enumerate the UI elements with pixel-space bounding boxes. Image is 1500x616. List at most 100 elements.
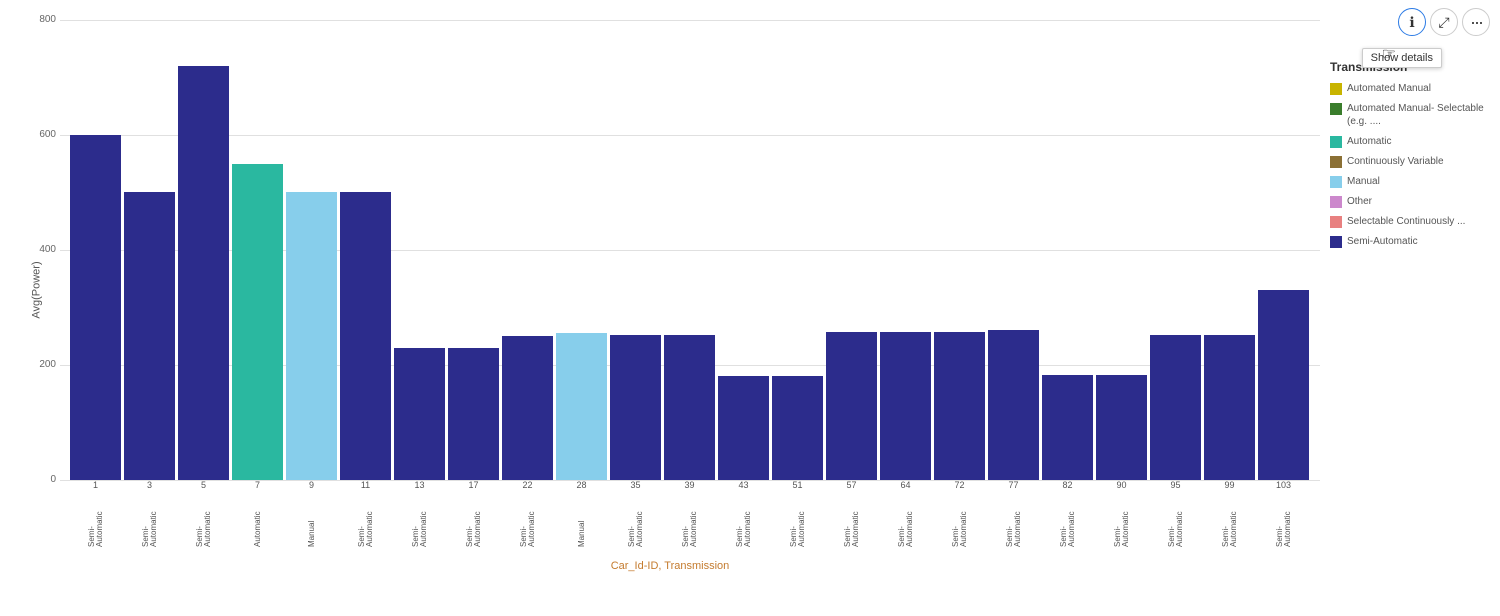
bar[interactable] — [718, 376, 769, 480]
legend-item-label: Continuously Variable — [1347, 155, 1444, 168]
bar[interactable] — [772, 376, 823, 480]
x-tick-number: 1 — [70, 480, 121, 490]
x-tick-number: 90 — [1096, 480, 1147, 490]
bar[interactable] — [988, 330, 1039, 480]
x-label-group: 51 Semi-Automatic — [772, 480, 823, 547]
x-tick-label: Semi-Automatic — [1060, 492, 1076, 547]
bar[interactable] — [610, 335, 661, 480]
x-tick-number: 35 — [610, 480, 661, 490]
x-label-group: 35Semi-Automatic — [610, 480, 661, 547]
toolbar: ℹ ⤢ ··· Show details ☞ — [1398, 8, 1490, 36]
x-label-group: 72Semi-Automatic — [934, 480, 985, 547]
y-axis-label: Avg(Power) — [31, 261, 43, 318]
legend-item-label: Automated Manual — [1347, 82, 1431, 95]
x-tick-label: Manual — [578, 492, 586, 547]
x-tick-label: Semi-Automatic — [1222, 492, 1238, 547]
bar[interactable] — [124, 192, 175, 480]
x-label-group: 64Semi-Automatic — [880, 480, 931, 547]
x-tick-label: Semi-Automatic — [358, 492, 374, 547]
x-tick-label: Manual — [308, 492, 316, 547]
bar[interactable] — [448, 348, 499, 480]
expand-icon: ⤢ — [1438, 14, 1449, 31]
bar[interactable] — [178, 66, 229, 480]
bar[interactable] — [1042, 375, 1093, 480]
legend-color-swatch — [1330, 156, 1342, 168]
x-label-group: 103Semi-Automatic — [1258, 480, 1309, 547]
x-tick-number: 82 — [1042, 480, 1093, 490]
x-tick-label: Automatic — [254, 492, 262, 547]
bar[interactable] — [394, 348, 445, 480]
x-tick-number: 17 — [448, 480, 499, 490]
legend-item: Automated Manual- Selectable (e.g. .... — [1330, 102, 1490, 128]
legend-item: Automated Manual — [1330, 82, 1490, 95]
x-label-group: 13 Semi-Automatic — [394, 480, 445, 547]
x-label-group: 99Semi-Automatic — [1204, 480, 1255, 547]
x-tick-number: 64 — [880, 480, 931, 490]
bar[interactable] — [826, 332, 877, 480]
x-label-group: 57Semi-Automatic — [826, 480, 877, 547]
x-label-group: 3Semi-Automatic — [124, 480, 175, 547]
x-tick-number: 103 — [1258, 480, 1309, 490]
legend-item-label: Other — [1347, 195, 1372, 208]
legend-item-label: Selectable Continuously ... — [1347, 215, 1465, 228]
legend-item-label: Semi-Automatic — [1347, 235, 1418, 248]
x-tick-label: Semi-Automatic — [88, 492, 104, 547]
x-tick-number: 13 — [394, 480, 445, 490]
x-tick-number: 95 — [1150, 480, 1201, 490]
bar[interactable] — [70, 135, 121, 480]
x-tick-number: 51 — [772, 480, 823, 490]
x-label-group: 17Semi-Automatic — [448, 480, 499, 547]
legend-item-label: Manual — [1347, 175, 1380, 188]
more-button[interactable]: ··· — [1462, 8, 1490, 36]
x-label-group: 90Semi-Automatic — [1096, 480, 1147, 547]
y-tick-label: 400 — [21, 244, 56, 255]
bar[interactable] — [232, 164, 283, 480]
bar[interactable] — [1204, 335, 1255, 480]
x-tick-label: Semi-Automatic — [682, 492, 698, 547]
legend-color-swatch — [1330, 196, 1342, 208]
x-tick-label: Semi-Automatic — [952, 492, 968, 547]
legend-color-swatch — [1330, 216, 1342, 228]
bar[interactable] — [664, 335, 715, 480]
expand-button[interactable]: ⤢ — [1430, 8, 1458, 36]
legend-color-swatch — [1330, 83, 1342, 95]
x-tick-number: 3 — [124, 480, 175, 490]
bar[interactable] — [286, 192, 337, 480]
x-label-group: 7 Automatic — [232, 480, 283, 547]
y-tick-label: 200 — [21, 359, 56, 370]
bar[interactable] — [502, 336, 553, 480]
x-tick-label: Semi-Automatic — [196, 492, 212, 547]
bar[interactable] — [880, 332, 931, 480]
x-tick-label: Semi-Automatic — [790, 492, 806, 547]
bar[interactable] — [934, 332, 985, 480]
x-label-group: 82 Semi-Automatic — [1042, 480, 1093, 547]
bar[interactable] — [1096, 375, 1147, 480]
x-tick-number: 22 — [502, 480, 553, 490]
legend-item: Selectable Continuously ... — [1330, 215, 1490, 228]
legend-item: Continuously Variable — [1330, 155, 1490, 168]
bar[interactable] — [556, 333, 607, 480]
x-tick-number: 7 — [232, 480, 283, 490]
show-details-tooltip: Show details — [1362, 48, 1442, 68]
x-tick-number: 43 — [718, 480, 769, 490]
grid-line — [60, 135, 1320, 136]
bar[interactable] — [1258, 290, 1309, 480]
bar[interactable] — [1150, 335, 1201, 480]
x-tick-number: 5 — [178, 480, 229, 490]
x-label-group: 77Semi-Automatic — [988, 480, 1039, 547]
x-tick-label: Semi-Automatic — [844, 492, 860, 547]
x-tick-number: 77 — [988, 480, 1039, 490]
x-label-group: 43Semi-Automatic — [718, 480, 769, 547]
x-tick-label: Semi-Automatic — [1168, 492, 1184, 547]
y-tick-label: 800 — [21, 14, 56, 25]
x-tick-label: Semi-Automatic — [412, 492, 428, 547]
x-tick-number: 28 — [556, 480, 607, 490]
x-tick-label: Semi-Automatic — [520, 492, 536, 547]
info-button[interactable]: ℹ — [1398, 8, 1426, 36]
bar[interactable] — [340, 192, 391, 480]
legend-color-swatch — [1330, 103, 1342, 115]
legend-item-label: Automated Manual- Selectable (e.g. .... — [1347, 102, 1490, 128]
legend-item: Semi-Automatic — [1330, 235, 1490, 248]
grid-line — [60, 20, 1320, 21]
x-label-group: 9Manual — [286, 480, 337, 547]
